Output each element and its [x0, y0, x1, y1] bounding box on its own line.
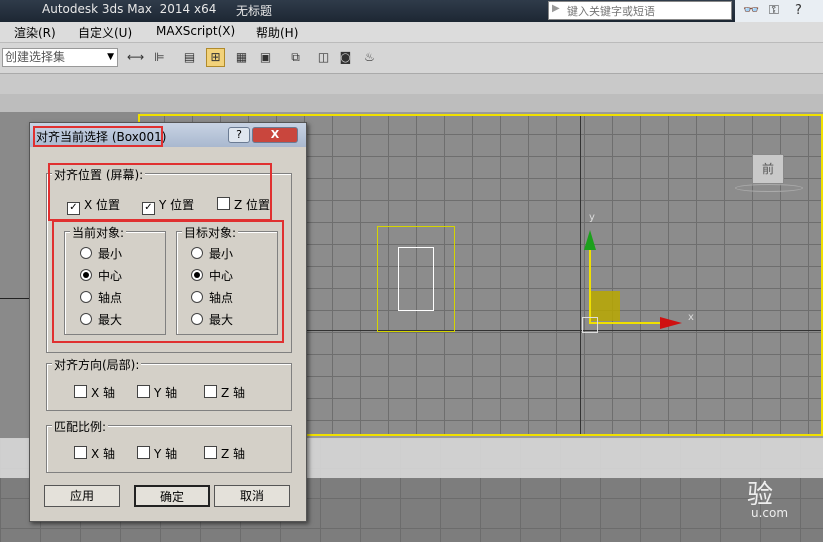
gizmo-y-axis[interactable] — [589, 248, 591, 324]
search-icon: ▶ — [552, 3, 560, 14]
menu-maxscript[interactable]: MAXScript(X) — [156, 24, 235, 38]
main-toolbar: 创建选择集 ▼ ⟷ ⊫ ▤ ⊞ ▦ ▣ ⧉ ◫ ◙ ♨ — [0, 43, 823, 74]
dialog-close-button[interactable]: X — [252, 127, 298, 143]
mirror-icon[interactable]: ⟷ — [126, 48, 145, 67]
menu-render[interactable]: 渲染(R) — [14, 24, 56, 41]
highlight-title — [33, 126, 163, 147]
teapot-icon[interactable]: ♨ — [360, 48, 379, 67]
orientation-label: 对齐方向(局部): — [52, 356, 142, 373]
scale-y-checkbox[interactable]: Y 轴 — [137, 445, 177, 462]
gizmo-center[interactable] — [582, 317, 598, 333]
gizmo-y-arrow-icon[interactable] — [584, 230, 596, 250]
ok-button[interactable]: 确定 — [134, 485, 210, 507]
binoculars-icon[interactable]: 👓 — [743, 3, 759, 18]
help-icon[interactable]: ? — [795, 3, 802, 18]
apply-button[interactable]: 应用 — [44, 485, 120, 507]
dialog-help-button[interactable]: ? — [228, 127, 250, 143]
menu-bar: 渲染(R) 自定义(U) MAXScript(X) 帮助(H) — [0, 22, 823, 43]
cancel-button[interactable]: 取消 — [214, 485, 290, 507]
scale-x-checkbox[interactable]: X 轴 — [74, 445, 115, 462]
orient-x-checkbox[interactable]: X 轴 — [74, 384, 115, 401]
search-box[interactable]: ▶ — [548, 1, 739, 20]
align-tool-icon[interactable]: ⊞ — [206, 48, 225, 67]
watermark-logo: 验 u.com — [727, 470, 817, 525]
ribbon-strip — [0, 74, 823, 94]
highlight-objects — [52, 220, 284, 343]
scale-z-checkbox[interactable]: Z 轴 — [204, 445, 245, 462]
highlight-align-position — [48, 163, 272, 221]
render-setup-icon[interactable]: ⧉ — [286, 48, 305, 67]
align-icon[interactable]: ⊫ — [150, 48, 169, 67]
material-editor-icon[interactable]: ▣ — [256, 48, 275, 67]
viewcube-front[interactable]: 前 — [752, 154, 784, 184]
menu-customize[interactable]: 自定义(U) — [78, 24, 132, 41]
match-scale-label: 匹配比例: — [52, 418, 109, 435]
grid-vertical-axis — [580, 116, 581, 434]
orient-z-checkbox[interactable]: Z 轴 — [204, 384, 245, 401]
menu-help[interactable]: 帮助(H) — [256, 24, 298, 41]
axis-y-label: y — [589, 212, 595, 223]
document-title: 无标题 — [236, 4, 273, 18]
graph-editor-icon[interactable]: ▦ — [232, 48, 251, 67]
render-icon[interactable]: ◙ — [336, 48, 355, 67]
key-icon[interactable]: ⚿ — [769, 3, 779, 18]
search-input[interactable] — [565, 3, 739, 20]
selection-set-value: 创建选择集 — [5, 50, 66, 64]
selection-set-dropdown[interactable]: 创建选择集 ▼ — [2, 48, 118, 67]
layer-icon[interactable]: ▤ — [180, 48, 199, 67]
watermark-site: u.com — [751, 506, 789, 520]
chevron-down-icon: ▼ — [107, 52, 114, 62]
viewcube-ring[interactable] — [735, 184, 803, 192]
gizmo-x-axis[interactable] — [589, 322, 661, 324]
app-title: Autodesk 3ds Max 2014 x64 — [42, 2, 217, 16]
gizmo-x-arrow-icon[interactable] — [660, 317, 682, 329]
title-bar: Autodesk 3ds Max 2014 x64 无标题 ▶ 👓 ⚿ ? — [0, 0, 823, 22]
orient-y-checkbox[interactable]: Y 轴 — [137, 384, 177, 401]
ribbon-strip-lower — [0, 94, 823, 112]
titlebar-tools: 👓 ⚿ ? — [735, 0, 823, 22]
align-dialog: 对齐当前选择 (Box001) ? X 对齐位置 (屏幕): ✓ X 位置 ✓ Y … — [29, 122, 307, 522]
selected-box-object[interactable] — [398, 247, 434, 311]
axis-x-label: x — [688, 312, 694, 323]
rendered-frame-icon[interactable]: ◫ — [314, 48, 333, 67]
